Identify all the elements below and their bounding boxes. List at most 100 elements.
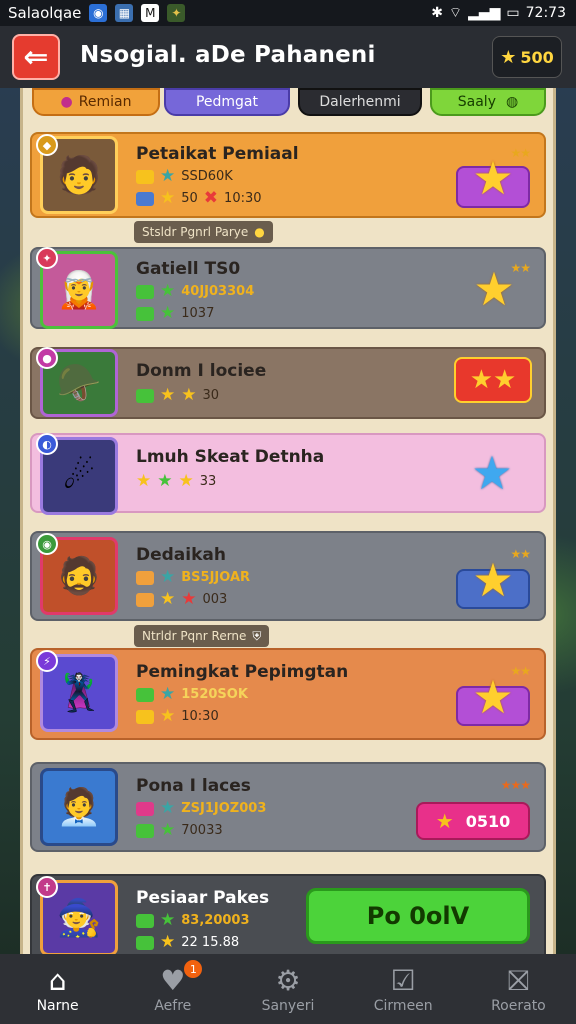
player-stat-line: ★ 1037 xyxy=(136,305,214,322)
player-score: SSD60K xyxy=(181,169,233,184)
star-icon: ★ xyxy=(160,281,176,301)
rank-icon xyxy=(136,801,154,816)
header: ⇐ Nsogial. aDe Pahaneni ★ 500 xyxy=(0,26,576,88)
section-separator: Ntrldr Pqnr Rerne ⛨ xyxy=(134,625,270,647)
player-name: Dedaikah xyxy=(136,545,226,565)
nav-item-tasks[interactable]: ☑ Cirmeen xyxy=(346,954,461,1024)
cash-icon xyxy=(136,388,154,403)
checklist-icon: ☑ xyxy=(390,964,416,997)
player-name: Petaikat Pemiaal xyxy=(136,144,299,164)
player-value: 30 xyxy=(202,388,220,403)
star-icon: ✖ xyxy=(203,188,219,208)
coin-balance[interactable]: ★ 500 xyxy=(492,36,562,78)
tab-remian[interactable]: ● Remian xyxy=(32,88,160,116)
player-stat-line: ★ ZSJ1JOZ003 xyxy=(136,800,266,817)
star-icon: ★ xyxy=(160,166,176,186)
list-item[interactable]: 🧝 ✦ Gatiell TS0 ★ 40JJ03304 ★ 1037 ★★ ★ xyxy=(30,247,546,329)
nav-item-favorites[interactable]: ♥ 1 Aefre xyxy=(115,954,230,1024)
player-stat-line: ★ 50 ✖ 10:30 xyxy=(136,190,262,207)
play-button[interactable]: Po 0olV xyxy=(306,888,530,944)
claim-button[interactable]: ★ xyxy=(456,155,530,208)
reward-star[interactable]: ★ xyxy=(462,445,522,501)
heart-icon: ♥ xyxy=(160,964,186,997)
player-stat-line: ★ ★ ★ 33 xyxy=(136,473,216,490)
mail-icon xyxy=(136,592,154,607)
player-score: 40JJ03304 xyxy=(181,284,255,299)
wifi-icon: ⌔ xyxy=(448,5,463,21)
coin-amount: 500 xyxy=(520,47,554,67)
player-value: 1037 xyxy=(181,306,215,321)
rating-stars-icon: ★★★ xyxy=(500,778,531,792)
star-icon: ★ xyxy=(160,706,176,726)
app-notification-icon: ◉ xyxy=(89,4,108,22)
claim-amount: 0510 xyxy=(465,811,511,831)
nav-label: Narne xyxy=(36,998,79,1014)
gear-icon: ⚙ xyxy=(275,964,301,997)
nav-item-settings[interactable]: ⚙ Sanyeri xyxy=(230,954,345,1024)
star-icon: ★ xyxy=(181,589,197,609)
list-item[interactable]: 🧑‍💼 Pona I laces ★ ZSJ1JOZ003 ★ 70033 ★★… xyxy=(30,762,546,852)
avatar: 🧑‍💼 xyxy=(40,768,118,846)
big-star-icon: ★ xyxy=(472,553,514,607)
player-stat-line: ★ 40JJ03304 xyxy=(136,283,254,300)
claim-button[interactable]: ★ 0510 xyxy=(416,802,530,840)
section-separator: Stsldr Pgnrl Parye ● xyxy=(134,221,273,243)
tab-saaly[interactable]: Saaly ◍ xyxy=(430,88,546,116)
bottom-nav: ⌂ Narne ♥ 1 Aefre ⚙ Sanyeri ☑ Cirmeen ⛝ … xyxy=(0,954,576,1024)
rank-badge-icon: ✝ xyxy=(36,876,58,898)
player-score: 1520SOK xyxy=(181,687,248,702)
back-button[interactable]: ⇐ xyxy=(12,34,60,80)
rank-icon xyxy=(136,687,154,702)
tab-icon: ● xyxy=(60,94,73,110)
player-stat-line: ★ SSD60K xyxy=(136,168,233,185)
tab-dalerhenmi[interactable]: Dalerhenmi xyxy=(298,88,422,116)
big-star-icon: ★ xyxy=(473,262,515,316)
rank-icon xyxy=(136,169,154,184)
list-item[interactable]: 🧔 ◉ Dedaikah ★ BS5JJOAR ★ ★ 003 ★★ ★ xyxy=(30,531,546,621)
nav-item-home[interactable]: ⌂ Narne xyxy=(0,954,115,1024)
tab-label: Pedmgat xyxy=(195,94,259,110)
star-icon: ★ xyxy=(160,932,176,952)
player-stat-line: ★ 22 15.88 xyxy=(136,934,239,951)
list-item[interactable]: 🪖 ● Donm I lociee ★ ★ 30 ★★ xyxy=(30,347,546,419)
status-bar: Salaolqae ◉ ▦ M ✦ ✱ ⌔ ▂▄▆ ▭ 72:73 xyxy=(0,0,576,26)
list-item[interactable]: 🧑 ◆ Petaikat Pemiaal ★ SSD60K ★ 50 ✖ 10:… xyxy=(30,132,546,218)
nav-label: Roerato xyxy=(491,998,546,1014)
rank-badge-icon: ⚡ xyxy=(36,650,58,672)
player-value: 50 xyxy=(181,191,198,206)
nav-item-block[interactable]: ⛝ Roerato xyxy=(461,954,576,1024)
globe-icon: ◍ xyxy=(506,94,519,110)
nav-label: Cirmeen xyxy=(373,998,433,1014)
reward-star[interactable]: ★ xyxy=(464,261,524,317)
shield-icon: ⛨ xyxy=(252,628,262,643)
player-score: ZSJ1JOZ003 xyxy=(181,801,267,816)
game-notification-icon: ✦ xyxy=(167,4,186,22)
claim-button[interactable]: ★ xyxy=(456,557,530,609)
player-value: 22 15.88 xyxy=(181,935,240,950)
tab-label: Remian xyxy=(78,94,132,110)
list-item[interactable]: 🦹 ⚡ Pemingkat Pepimgtan ★ 1520SOK ★ 10:3… xyxy=(30,648,546,740)
claim-button[interactable]: ★ xyxy=(456,674,530,726)
notification-badge: 1 xyxy=(184,960,203,978)
card-icon xyxy=(136,191,154,206)
signal-icon: ▂▄▆ xyxy=(468,5,501,21)
player-value: 10:30 xyxy=(181,709,219,724)
star-icon: ★ xyxy=(157,471,173,491)
tab-label: Dalerhenmi xyxy=(319,94,401,110)
player-name: Gatiell TS0 xyxy=(136,259,241,279)
rank-icon xyxy=(136,284,154,299)
player-stat-line: ★ BS5JJOAR xyxy=(136,569,250,586)
player-value: 33 xyxy=(199,474,217,489)
list-item[interactable]: 🧙 ✝ Pesiaar Pakes ★ 83,20003 ★ 22 15.88 … xyxy=(30,874,546,956)
rank-badge-icon: ● xyxy=(36,347,58,369)
claim-button[interactable]: ★★ xyxy=(454,357,532,403)
cash-icon xyxy=(136,306,154,321)
double-star-icon: ★★ xyxy=(469,365,517,395)
star-icon: ★ xyxy=(160,910,176,930)
player-name: Pesiaar Pakes xyxy=(136,888,270,908)
status-time: 72:73 xyxy=(525,5,566,21)
tab-pedmgat[interactable]: Pedmgat xyxy=(164,88,290,116)
player-stat-line: ★ 70033 xyxy=(136,822,223,839)
nav-label: Sanyeri xyxy=(261,998,315,1014)
list-item[interactable]: ☄ ◐ Lmuh Skeat Detnha ★ ★ ★ 33 ★ xyxy=(30,433,546,515)
